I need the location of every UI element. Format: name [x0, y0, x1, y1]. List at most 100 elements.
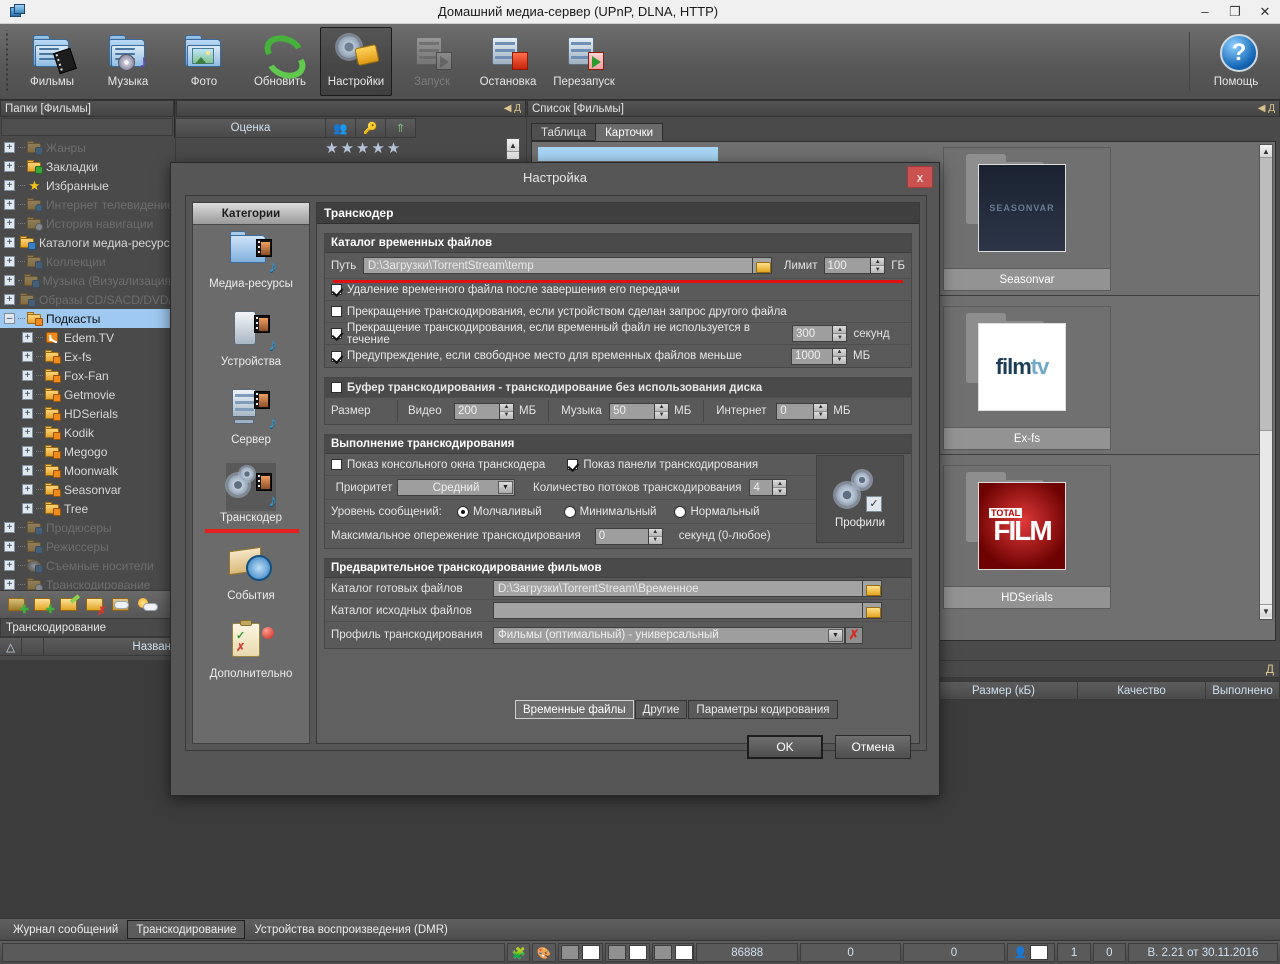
- toolbar-button-movies[interactable]: Фильмы: [16, 27, 88, 96]
- center-scrollbar[interactable]: ▲: [506, 138, 520, 160]
- toolbar-button-music[interactable]: ♪ Музыка: [92, 27, 164, 96]
- path-input[interactable]: D:\Загрузки\TorrentStream\temp: [363, 257, 753, 274]
- tree-expander[interactable]: +: [4, 560, 15, 571]
- toolbar-button-refresh[interactable]: Обновить: [244, 27, 316, 96]
- category-media-resources[interactable]: ♪ Медиа-ресурсы: [193, 225, 309, 303]
- temp-check-row[interactable]: Прекращение транскодирования, если време…: [325, 323, 911, 345]
- tree-item[interactable]: +Образы CD/SACD/DVD/DVD-A: [0, 290, 175, 309]
- buffer-internet-value[interactable]: 0: [777, 404, 813, 419]
- tree-expander[interactable]: +: [4, 522, 15, 533]
- idle-timeout-value[interactable]: 300: [793, 326, 833, 341]
- category-transcoder[interactable]: ♪ Транскодер: [193, 459, 309, 537]
- free-space-value[interactable]: 1000: [792, 349, 832, 364]
- left-col-name[interactable]: Назван: [44, 637, 175, 656]
- tree-expander[interactable]: +: [22, 351, 33, 362]
- tree-expander[interactable]: +: [22, 408, 33, 419]
- toolbar-button-restart[interactable]: Перезапуск: [548, 27, 620, 96]
- list-cap-icons[interactable]: ◀ Д: [1258, 103, 1275, 114]
- profile-select[interactable]: Фильмы (оптимальный) - универсальный ▼: [493, 627, 845, 644]
- bottom-tab-log[interactable]: Журнал сообщений: [4, 920, 127, 939]
- tree-item[interactable]: +Edem.TV: [0, 328, 175, 347]
- tree-item[interactable]: +Жанры: [0, 138, 175, 157]
- toolbar-grip[interactable]: [4, 30, 12, 93]
- buffer-internet-spinner[interactable]: 0▲▼: [776, 403, 828, 420]
- tree-item[interactable]: +Fox-Fan: [0, 366, 175, 385]
- threads-value[interactable]: 4: [750, 480, 772, 495]
- tab-cards[interactable]: Карточки: [595, 123, 663, 141]
- pin-icon[interactable]: Д: [1266, 662, 1274, 676]
- scroll-up-icon[interactable]: ▲: [507, 139, 519, 152]
- folders-tree[interactable]: +Жанры+Закладки+★Избранные+Интернет теле…: [0, 138, 175, 590]
- temp-check-row[interactable]: Предупреждение, если свободное место для…: [325, 345, 911, 367]
- category-advanced[interactable]: ✓ ✗ Дополнительно: [193, 615, 309, 693]
- ok-button[interactable]: OK: [747, 735, 823, 759]
- tree-item[interactable]: +Getmovie: [0, 385, 175, 404]
- dialog-tab-temp-files[interactable]: Временные файлы: [515, 700, 634, 719]
- radio-normal[interactable]: [674, 506, 686, 518]
- minimize-button[interactable]: –: [1190, 0, 1220, 24]
- tree-item[interactable]: +Режиссеры: [0, 537, 175, 556]
- toolbar-button-settings[interactable]: Настройки: [320, 27, 392, 96]
- tree-item[interactable]: +Kodik: [0, 423, 175, 442]
- add-resource-icon[interactable]: ✚: [8, 596, 28, 614]
- tree-expander[interactable]: +: [4, 275, 15, 286]
- dialog-tab-others[interactable]: Другие: [635, 700, 688, 719]
- tree-item[interactable]: +Tree: [0, 499, 175, 518]
- tree-item[interactable]: +Музыка (Визуализация): [0, 271, 175, 290]
- lead-spinner[interactable]: 0▲▼: [595, 528, 663, 545]
- rating-stars[interactable]: ★★★★★: [325, 139, 402, 157]
- dialog-close-button[interactable]: x: [907, 166, 933, 188]
- threads-spinner[interactable]: 4▲▼: [749, 479, 787, 496]
- tree-expander[interactable]: +: [22, 389, 33, 400]
- selected-item-highlight[interactable]: [538, 147, 718, 161]
- lead-value[interactable]: 0: [596, 529, 648, 544]
- weather-sun-icon[interactable]: [138, 596, 158, 614]
- card-item[interactable]: filmtv Ex-fs: [943, 306, 1111, 450]
- chevron-down-icon[interactable]: ▼: [498, 481, 513, 494]
- tab-table[interactable]: Таблица: [531, 123, 596, 141]
- tree-item[interactable]: +Съемные носители: [0, 556, 175, 575]
- bottom-tab-transcoding[interactable]: Транскодирование: [127, 920, 245, 939]
- tree-item[interactable]: +Закладки: [0, 157, 175, 176]
- tree-expander[interactable]: +: [4, 199, 15, 210]
- priority-select[interactable]: Средний ▼: [397, 479, 515, 496]
- tree-expander[interactable]: +: [22, 484, 33, 495]
- delete-folder-icon[interactable]: ✗: [86, 596, 106, 614]
- key-icon[interactable]: 🔑: [356, 118, 386, 138]
- checkbox-show-panel[interactable]: [567, 459, 578, 470]
- tree-item[interactable]: +Megogo: [0, 442, 175, 461]
- card-item[interactable]: SEASONVAR Seasonvar: [943, 147, 1111, 291]
- bottom-col-done[interactable]: Выполнено: [1206, 681, 1280, 700]
- buffer-header-row[interactable]: Буфер транскодирования - транскодировани…: [325, 378, 911, 398]
- buffer-video-value[interactable]: 200: [455, 404, 499, 419]
- tree-expander[interactable]: +: [4, 294, 15, 305]
- tree-item[interactable]: +Продюсеры: [0, 518, 175, 537]
- center-col-rating[interactable]: Оценка: [176, 118, 326, 138]
- chevron-down-icon[interactable]: ▼: [828, 629, 843, 642]
- tree-item[interactable]: +Seasonvar: [0, 480, 175, 499]
- puzzle-icon[interactable]: 🧩: [507, 943, 530, 962]
- tree-expander[interactable]: +: [22, 332, 33, 343]
- tree-expander[interactable]: –: [4, 313, 15, 324]
- limit-spinner[interactable]: 100 ▲▼: [824, 257, 886, 274]
- people-icon[interactable]: 👥: [326, 118, 356, 138]
- tree-expander[interactable]: +: [4, 579, 15, 590]
- scrollbar-thumb[interactable]: [1260, 158, 1272, 431]
- category-server[interactable]: ♪ Сервер: [193, 381, 309, 459]
- tree-item[interactable]: +Коллекции: [0, 252, 175, 271]
- tree-expander[interactable]: +: [4, 180, 15, 191]
- edit-folder-icon[interactable]: [60, 596, 80, 614]
- tree-expander[interactable]: +: [22, 446, 33, 457]
- tree-item[interactable]: +Каталоги медиа-ресурсов: [0, 233, 175, 252]
- tree-item[interactable]: +HDSerials: [0, 404, 175, 423]
- add-folder-icon[interactable]: ✚: [34, 596, 54, 614]
- tree-item[interactable]: –Подкасты: [0, 309, 175, 328]
- tree-expander[interactable]: +: [22, 503, 33, 514]
- left-col-blank[interactable]: [22, 637, 44, 656]
- scroll-up-icon[interactable]: ▲: [1260, 145, 1272, 158]
- toolbar-button-help[interactable]: ? Помощь: [1198, 27, 1274, 96]
- radio-minimal[interactable]: [564, 506, 576, 518]
- left-col-sort[interactable]: △: [0, 637, 22, 656]
- checkbox-stop-on-idle[interactable]: [331, 328, 342, 339]
- center-cap-icons[interactable]: ◀ Д: [504, 103, 521, 114]
